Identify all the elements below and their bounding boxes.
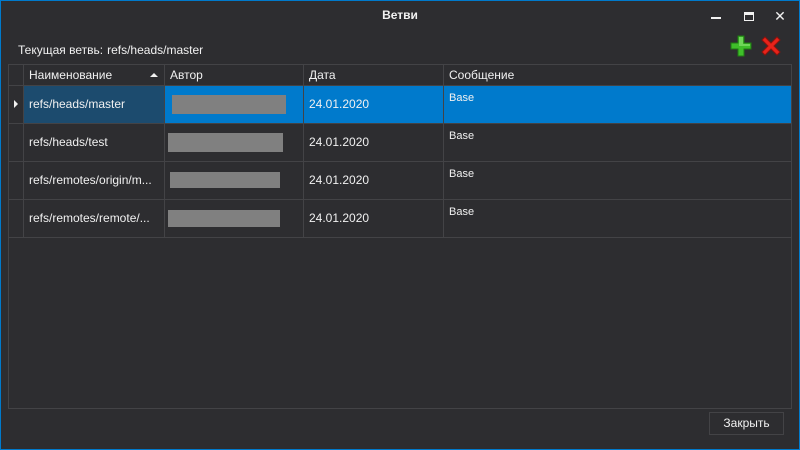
current-branch-info: Текущая ветвь: refs/heads/master [18, 43, 207, 57]
current-row-icon [14, 100, 18, 108]
message-cell[interactable]: Base [444, 200, 791, 237]
redacted-author [172, 95, 286, 114]
branch-name-cell[interactable]: refs/remotes/remote/... [24, 200, 165, 237]
maximize-button[interactable] [734, 1, 764, 31]
date-cell[interactable]: 24.01.2020 [304, 124, 444, 161]
table-row[interactable]: refs/remotes/remote/... 24.01.2020 Base [9, 200, 791, 238]
author-cell[interactable] [165, 124, 304, 161]
redacted-author [168, 210, 280, 227]
branch-name-cell[interactable]: refs/heads/master [24, 86, 165, 123]
branch-name-cell[interactable]: refs/remotes/origin/m... [24, 162, 165, 199]
message-cell[interactable]: Base [444, 162, 791, 199]
column-header-author[interactable]: Автор [165, 65, 304, 85]
close-window-button[interactable]: ✕ [765, 1, 795, 31]
author-cell[interactable] [165, 86, 304, 123]
date-cell[interactable]: 24.01.2020 [304, 86, 444, 123]
current-branch-value: refs/heads/master [107, 43, 204, 57]
author-cell[interactable] [165, 200, 304, 237]
close-icon: ✕ [774, 8, 786, 24]
redacted-author [170, 172, 280, 188]
close-button[interactable]: Закрыть [709, 412, 784, 435]
branches-grid[interactable]: Наименование Автор Дата Сообщение refs/h… [8, 64, 792, 409]
column-header-name-label: Наименование [29, 68, 113, 82]
table-row[interactable]: refs/heads/test 24.01.2020 Base [9, 124, 791, 162]
date-cell[interactable]: 24.01.2020 [304, 162, 444, 199]
row-header[interactable] [9, 86, 24, 123]
x-icon [761, 36, 781, 56]
column-header-message[interactable]: Сообщение [444, 65, 791, 85]
minimize-button[interactable] [701, 1, 731, 31]
grid-header: Наименование Автор Дата Сообщение [9, 65, 791, 86]
maximize-icon [744, 11, 754, 21]
delete-branch-button[interactable] [759, 34, 783, 58]
current-branch-label: Текущая ветвь: [18, 43, 104, 57]
table-row[interactable]: refs/remotes/origin/m... 24.01.2020 Base [9, 162, 791, 200]
row-header-corner [9, 65, 24, 86]
row-header[interactable] [9, 162, 24, 199]
sort-ascending-icon [150, 73, 158, 77]
title-bar[interactable]: Ветви ✕ [1, 1, 799, 31]
table-row[interactable]: refs/heads/master 24.01.2020 Base [9, 86, 791, 124]
redacted-author [168, 133, 283, 152]
window-title: Ветви [382, 8, 418, 22]
column-header-date[interactable]: Дата [304, 65, 444, 85]
message-cell[interactable]: Base [444, 86, 791, 123]
author-cell[interactable] [165, 162, 304, 199]
minimize-icon [711, 17, 721, 19]
date-cell[interactable]: 24.01.2020 [304, 200, 444, 237]
row-header[interactable] [9, 124, 24, 161]
add-branch-button[interactable] [729, 34, 753, 58]
message-cell[interactable]: Base [444, 124, 791, 161]
row-header[interactable] [9, 200, 24, 237]
branches-dialog: Ветви ✕ Текущая ветвь: refs/heads/master … [0, 0, 800, 450]
column-header-name[interactable]: Наименование [24, 65, 165, 85]
plus-icon [730, 35, 752, 57]
branch-name-cell[interactable]: refs/heads/test [24, 124, 165, 161]
